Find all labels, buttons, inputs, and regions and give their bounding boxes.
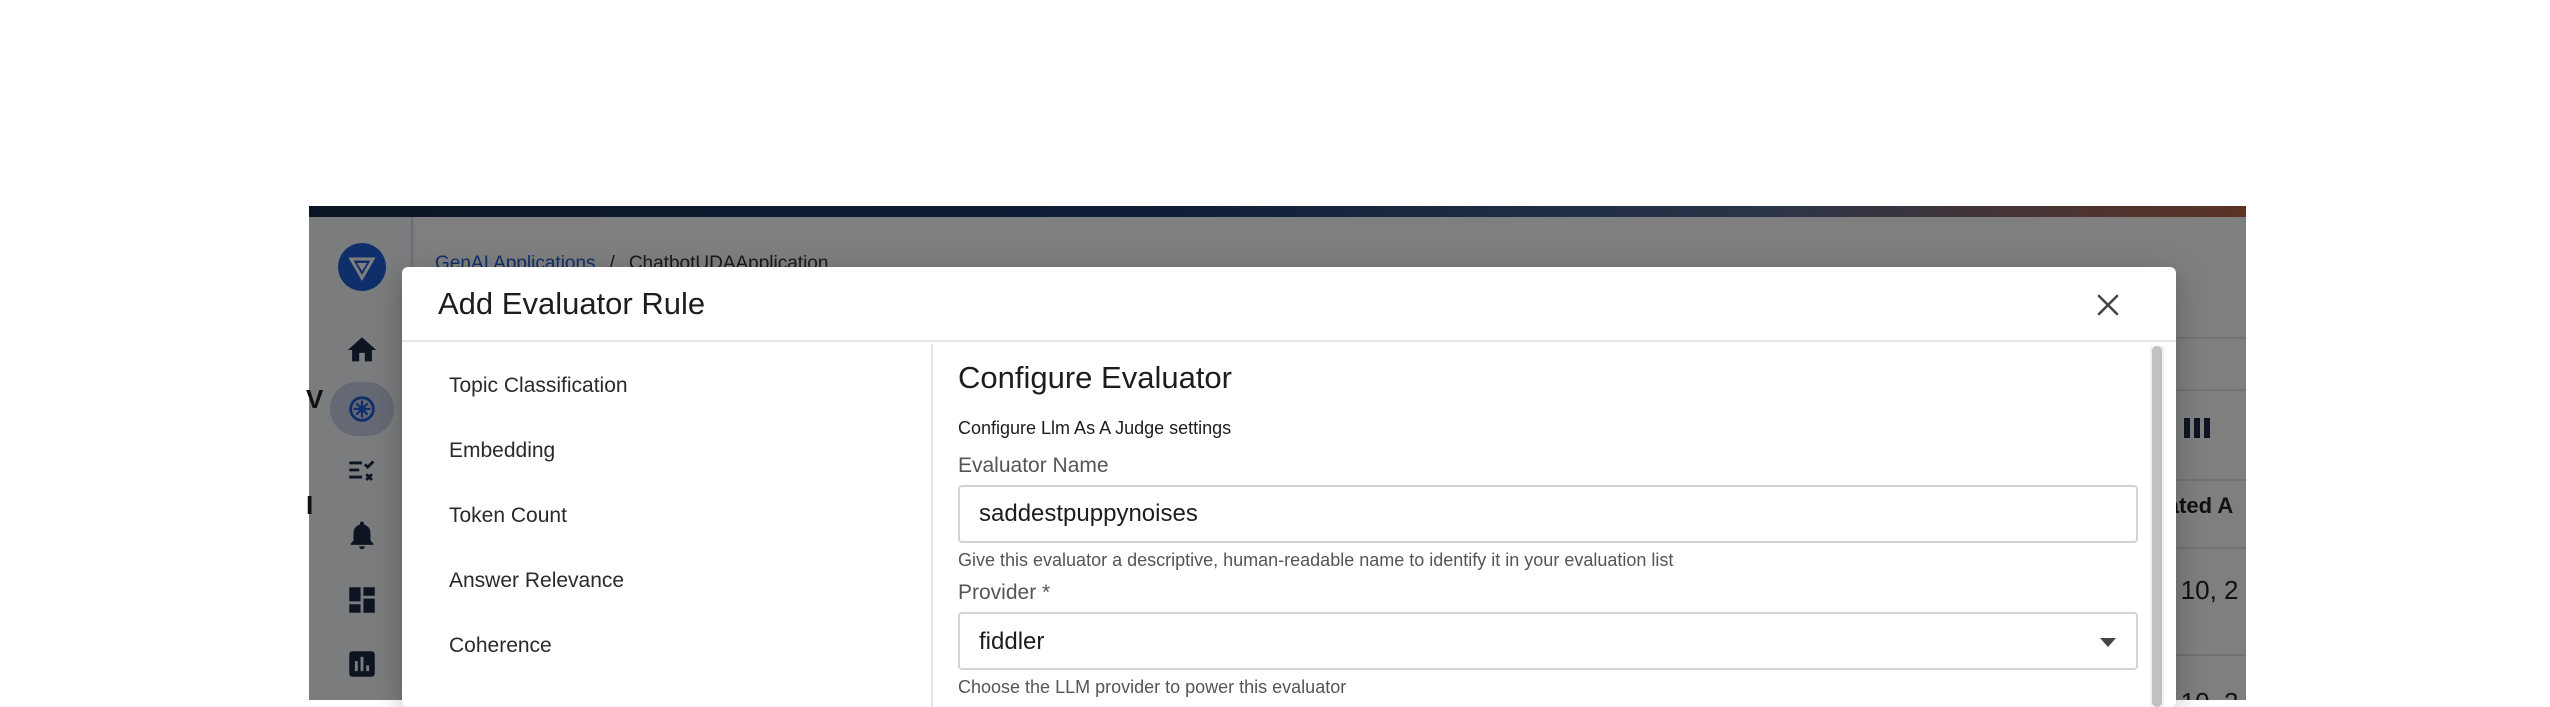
evaluator-item-embedding[interactable]: Embedding [449, 439, 555, 463]
provider-selected-value: fiddler [979, 628, 1045, 655]
close-icon [2097, 294, 2119, 316]
close-button[interactable] [2092, 289, 2124, 321]
provider-label: Provider * [958, 581, 1051, 604]
evaluator-item-coherence[interactable]: Coherence [449, 634, 552, 658]
add-evaluator-rule-dialog: Add Evaluator Rule Topic Classification … [402, 267, 2176, 707]
evaluator-list: Topic Classification Embedding Token Cou… [402, 344, 933, 707]
scrollbar-thumb[interactable] [2152, 346, 2162, 707]
configure-evaluator-panel: Configure Evaluator Configure Llm As A J… [935, 344, 2176, 707]
configure-title: Configure Evaluator [958, 360, 1232, 395]
provider-helper: Choose the LLM provider to power this ev… [958, 677, 1347, 697]
dialog-title: Add Evaluator Rule [438, 286, 706, 321]
configure-subtitle: Configure Llm As A Judge settings [958, 418, 1232, 438]
evaluator-name-input[interactable] [958, 485, 2138, 543]
scrollbar[interactable] [2150, 346, 2164, 707]
dialog-header: Add Evaluator Rule [402, 267, 2176, 342]
evaluator-item-topic-classification[interactable]: Topic Classification [449, 374, 628, 398]
background-partial-text: V [306, 384, 324, 414]
provider-select[interactable]: fiddler [958, 612, 2138, 670]
evaluator-item-answer-relevance[interactable]: Answer Relevance [449, 569, 624, 593]
evaluator-name-helper: Give this evaluator a descriptive, human… [958, 550, 1674, 570]
evaluator-item-token-count[interactable]: Token Count [449, 504, 567, 528]
caret-down-icon [2100, 638, 2116, 647]
evaluator-name-label: Evaluator Name [958, 454, 1109, 477]
background-partial-text: I [306, 490, 314, 520]
